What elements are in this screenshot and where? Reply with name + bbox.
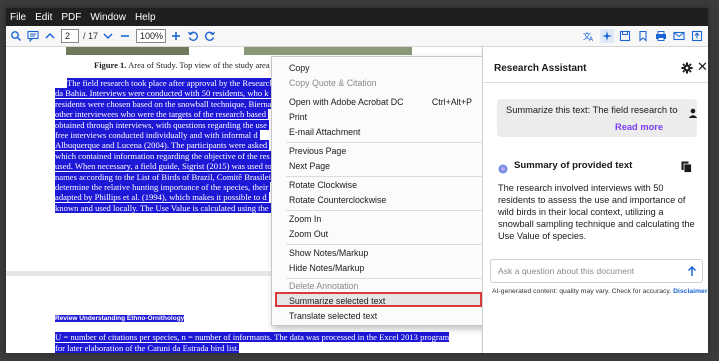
page-total-label: / 17 <box>83 31 99 41</box>
text-line: Albuquerque and Lucena (2004). The parti… <box>55 140 270 151</box>
send-icon[interactable] <box>686 264 698 278</box>
menu-item-show-notes[interactable]: Show Notes/Markup <box>289 248 368 258</box>
read-more-link[interactable]: Read more <box>615 122 663 132</box>
text-line: names according to the List of Birds of … <box>55 171 275 182</box>
svg-text:A: A <box>589 36 594 42</box>
menu-separator <box>286 142 482 143</box>
menu-item-translate[interactable]: Translate selected text <box>289 311 377 321</box>
text-line: adapted by Phillips et al. (1994), which… <box>55 192 269 203</box>
mail-icon[interactable] <box>672 29 686 43</box>
comment-icon[interactable] <box>26 29 40 43</box>
user-message-bubble: Summarize this text: The field research … <box>497 99 698 137</box>
menu-pdf[interactable]: PDF <box>61 12 81 23</box>
research-assistant-panel: Research Assistant ✕ Summarize this text… <box>482 47 708 353</box>
menubar: File Edit PDF Window Help <box>6 8 708 26</box>
map-image <box>66 47 189 55</box>
text-line: da Bahia. Interviews were conducted with… <box>55 88 271 99</box>
menu-item-hide-notes[interactable]: Hide Notes/Markup <box>289 263 364 273</box>
text-line: determine the relative hunting importanc… <box>55 181 271 192</box>
text-line: for later elaboration of the Catuni da E… <box>55 343 240 353</box>
menu-item-print[interactable]: Print <box>289 112 307 122</box>
ask-question-input[interactable]: Ask a question about this document <box>490 259 703 283</box>
menu-item-email[interactable]: E-mail Attachment <box>289 127 360 137</box>
rotate-cw-icon[interactable] <box>203 29 217 43</box>
ai-assistant-icon[interactable] <box>600 29 614 43</box>
text-line: The field research took place after appr… <box>67 78 275 88</box>
text-line: residents were chosen based on the snowb… <box>55 98 274 109</box>
menu-separator <box>286 176 482 177</box>
zoom-out-icon[interactable] <box>118 29 132 43</box>
user-message-text: Summarize this text: The field research … <box>506 105 678 115</box>
text-line: known and used locally. The Use Value is… <box>55 202 271 213</box>
menu-edit[interactable]: Edit <box>35 12 52 23</box>
menu-separator <box>286 278 482 279</box>
menu-separator <box>286 244 482 245</box>
print-icon[interactable] <box>654 29 668 43</box>
menu-item-copy-quote[interactable]: Copy Quote & Citation <box>289 78 377 88</box>
bookmark-icon[interactable] <box>636 29 650 43</box>
sparkle-icon <box>498 161 508 174</box>
zoom-level-input[interactable]: 100% <box>136 29 167 43</box>
menu-help[interactable]: Help <box>135 12 156 23</box>
menu-item-rotate-clockwise[interactable]: Rotate Clockwise <box>289 180 357 190</box>
menu-item-zoom-out[interactable]: Zoom Out <box>289 229 328 239</box>
panel-divider <box>483 82 708 83</box>
rotate-ccw-icon[interactable] <box>186 29 200 43</box>
gear-icon[interactable] <box>681 61 693 74</box>
menu-window[interactable]: Window <box>90 12 126 23</box>
close-icon[interactable]: ✕ <box>697 59 708 75</box>
text-line: obtained through interviews, with questi… <box>55 119 269 130</box>
disclaimer-note: AI-generated content: quality may vary. … <box>492 288 707 295</box>
zoom-in-icon[interactable] <box>169 29 183 43</box>
menu-item-delete-annotation[interactable]: Delete Annotation <box>289 281 358 291</box>
menu-file[interactable]: File <box>10 12 26 23</box>
disclaimer-link[interactable]: Disclaimer <box>673 288 707 295</box>
toolbar-right-group: 文A <box>578 29 704 43</box>
menu-item-copy[interactable]: Copy <box>289 63 310 73</box>
response-body: The research involved interviews with 50… <box>498 183 695 241</box>
text-line: free interviews conducted individually a… <box>55 129 260 140</box>
translate-icon[interactable]: 文A <box>582 29 596 43</box>
page-number-input[interactable]: 2 <box>61 29 79 43</box>
chevron-down-icon[interactable] <box>101 29 115 43</box>
text-line: used. When necessary, a field guide, Sig… <box>55 161 274 172</box>
text-line: which contained information regarding th… <box>55 150 272 161</box>
pdf-reader-window: File Edit PDF Window Help 2 / 17 100% 文 … <box>6 8 708 353</box>
toolbar: 2 / 17 100% 文A <box>6 26 708 47</box>
save-icon[interactable] <box>618 29 632 43</box>
selected-text-block[interactable]: The field research took place after appr… <box>55 78 275 213</box>
menu-item-next-page[interactable]: Next Page <box>289 161 330 171</box>
menu-separator <box>286 210 482 211</box>
user-icon <box>688 105 698 118</box>
shortcut-label: Ctrl+Alt+P <box>431 97 472 107</box>
chevron-up-icon[interactable] <box>43 29 57 43</box>
copy-icon[interactable] <box>681 160 692 173</box>
ask-placeholder: Ask a question about this document <box>498 266 635 276</box>
menu-item-zoom-in[interactable]: Zoom In <box>289 214 321 224</box>
search-icon[interactable] <box>9 29 23 43</box>
menu-item-summarize[interactable]: Summarize selected text <box>289 296 385 306</box>
text-line: other interviewees who were the targets … <box>55 109 269 120</box>
menu-item-open-acrobat[interactable]: Open with Adobe Acrobat DC <box>289 97 403 107</box>
menu-item-previous-page[interactable]: Previous Page <box>289 146 346 156</box>
map-image-2 <box>244 47 412 55</box>
panel-title: Research Assistant <box>494 63 587 74</box>
export-icon[interactable] <box>690 29 704 43</box>
text-line: U = number of citations per species, n =… <box>55 332 450 342</box>
menu-item-rotate-counterclockwise[interactable]: Rotate Counterclockwise <box>289 195 386 205</box>
page-heading: Review Understanding Ethno-Ornithology <box>55 315 185 322</box>
response-title: Summary of provided text <box>514 160 633 171</box>
disclaimer-text: AI-generated content: quality may vary. … <box>492 288 672 295</box>
context-menu: Copy Copy Quote & Citation Open with Ado… <box>271 56 485 326</box>
